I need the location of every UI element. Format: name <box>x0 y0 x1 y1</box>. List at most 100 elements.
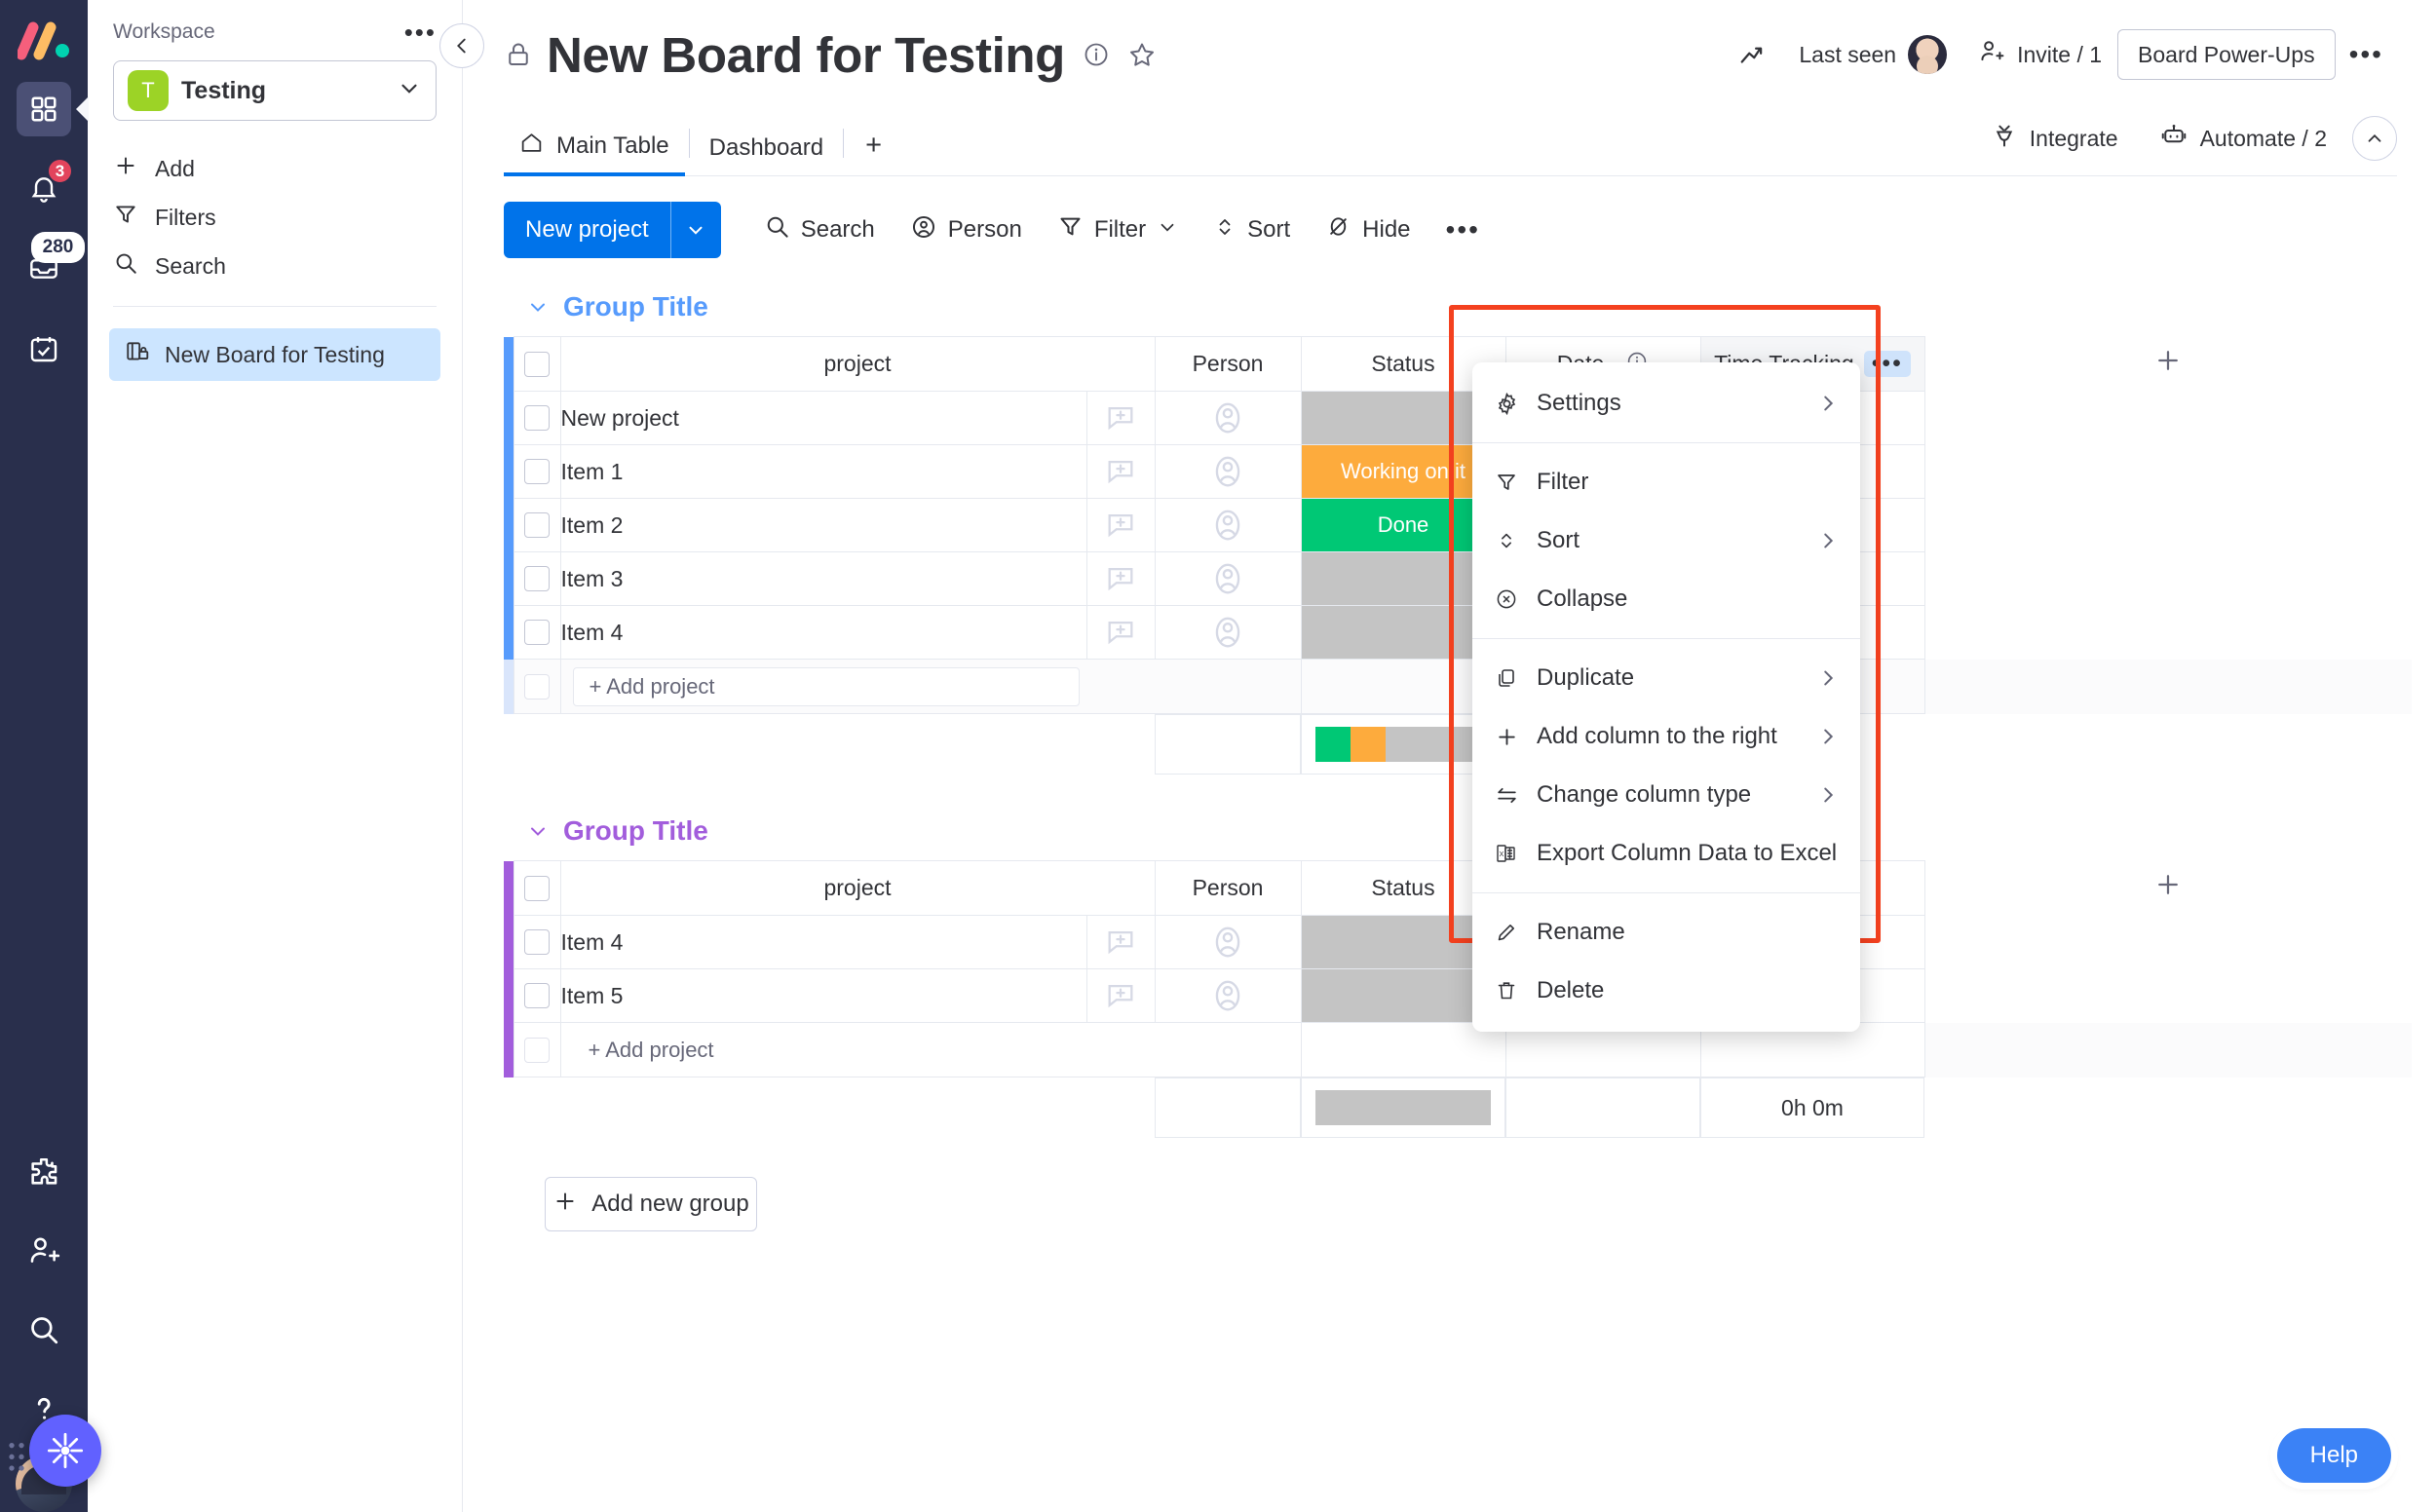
activity-graph-icon[interactable] <box>1723 30 1783 79</box>
column-header-project[interactable]: project <box>560 337 1155 392</box>
row-checkbox[interactable] <box>524 929 550 955</box>
table-row[interactable]: Item 5 Feb 28 <box>504 969 2412 1023</box>
cell-updates[interactable] <box>1086 392 1155 445</box>
cell-updates[interactable] <box>1086 916 1155 969</box>
apps-puzzle-icon[interactable] <box>27 1155 60 1193</box>
info-icon[interactable] <box>1083 41 1110 68</box>
select-all-cell[interactable] <box>514 861 560 916</box>
workspace-menu-button[interactable]: ••• <box>404 19 437 45</box>
row-select-cell[interactable] <box>514 606 560 660</box>
row-select-cell[interactable] <box>514 499 560 552</box>
cell-updates[interactable] <box>1086 552 1155 606</box>
cell-project-name[interactable]: Item 4 <box>560 916 1086 969</box>
sidebar-item-add[interactable]: Add <box>113 144 437 193</box>
row-select-cell[interactable] <box>514 552 560 606</box>
integrate-button[interactable]: Integrate <box>1975 112 2134 165</box>
tab-main-table[interactable]: Main Table <box>504 131 685 175</box>
row-checkbox[interactable] <box>524 459 550 484</box>
row-checkbox[interactable] <box>524 566 550 591</box>
sidebar-item-search[interactable]: Search <box>113 242 437 290</box>
ai-sparkle-button[interactable] <box>29 1415 101 1487</box>
row-checkbox[interactable] <box>524 983 550 1008</box>
chevron-down-icon[interactable] <box>526 295 550 319</box>
column-header-project[interactable]: project <box>560 861 1155 916</box>
add-column-button[interactable] <box>1924 861 2412 916</box>
column-header-person[interactable]: Person <box>1155 861 1301 916</box>
add-project-input[interactable]: + Add project <box>573 1031 1080 1070</box>
new-project-caret-button[interactable] <box>670 202 721 258</box>
cell-project-name[interactable]: Item 4 <box>560 606 1086 660</box>
cell-person[interactable] <box>1155 392 1301 445</box>
cell-person[interactable] <box>1155 552 1301 606</box>
cell-updates[interactable] <box>1086 606 1155 660</box>
row-checkbox[interactable] <box>524 405 550 431</box>
last-seen-button[interactable]: Last seen <box>1783 25 1962 84</box>
cell-project-name[interactable]: Item 1 <box>560 445 1086 499</box>
invite-button[interactable]: Invite / 1 <box>1962 28 2117 81</box>
sidebar-item-board[interactable]: New Board for Testing <box>109 328 440 381</box>
cell-updates[interactable] <box>1086 445 1155 499</box>
cell-project-name[interactable]: Item 3 <box>560 552 1086 606</box>
star-icon[interactable] <box>1127 40 1157 69</box>
row-select-cell[interactable] <box>514 392 560 445</box>
collapse-header-button[interactable] <box>2352 116 2397 161</box>
menu-item-collapse[interactable]: Collapse <box>1472 570 1860 628</box>
toolbar-sort-button[interactable]: Sort <box>1196 203 1308 257</box>
menu-item-add-column-right[interactable]: Add column to the right <box>1472 707 1860 766</box>
new-project-button[interactable]: New project <box>504 202 670 258</box>
cell-project-name[interactable]: Item 5 <box>560 969 1086 1023</box>
add-project-input[interactable]: + Add project <box>573 667 1080 706</box>
add-project-row[interactable]: + Add project <box>504 1023 2412 1077</box>
menu-item-filter[interactable]: Filter <box>1472 453 1860 511</box>
search-icon[interactable] <box>27 1313 60 1351</box>
menu-item-settings[interactable]: Settings <box>1472 374 1860 433</box>
toolbar-more-button[interactable]: ••• <box>1428 216 1498 244</box>
cell-person[interactable] <box>1155 445 1301 499</box>
row-checkbox[interactable] <box>524 620 550 645</box>
add-column-button[interactable] <box>1924 337 2412 392</box>
menu-item-duplicate[interactable]: Duplicate <box>1472 649 1860 707</box>
cell-person[interactable] <box>1155 969 1301 1023</box>
toolbar-search-button[interactable]: Search <box>746 203 893 257</box>
rail-item-inbox[interactable]: 280 <box>17 242 71 296</box>
invite-member-icon[interactable] <box>27 1234 60 1272</box>
rail-item-home[interactable] <box>17 82 71 136</box>
help-button[interactable]: Help <box>2277 1428 2391 1483</box>
cell-person[interactable] <box>1155 499 1301 552</box>
toolbar-person-button[interactable]: Person <box>893 203 1040 257</box>
new-project-split-button[interactable]: New project <box>504 202 721 258</box>
group-title[interactable]: Group Title <box>563 815 708 847</box>
table-row[interactable]: Item 4 <box>504 606 2412 660</box>
toolbar-hide-button[interactable]: Hide <box>1308 203 1427 257</box>
row-select-cell[interactable] <box>514 445 560 499</box>
row-checkbox[interactable] <box>524 512 550 538</box>
sidebar-item-filters[interactable]: Filters <box>113 193 437 242</box>
add-view-button[interactable]: + <box>848 130 899 175</box>
table-row[interactable]: Item 3 <box>504 552 2412 606</box>
add-project-cell[interactable]: + Add project <box>560 660 1301 714</box>
table-row[interactable]: New project <box>504 392 2412 445</box>
menu-item-change-column-type[interactable]: Change column type <box>1472 766 1860 824</box>
add-new-group-button[interactable]: Add new group <box>545 1177 757 1231</box>
sidebar-collapse-button[interactable] <box>439 23 484 68</box>
cell-updates[interactable] <box>1086 969 1155 1023</box>
column-menu-button[interactable]: ••• <box>1864 351 1911 378</box>
add-project-cell[interactable]: + Add project <box>560 1023 1301 1077</box>
menu-item-export-excel[interactable]: X Export Column Data to Excel <box>1472 824 1860 883</box>
row-select-cell[interactable] <box>514 969 560 1023</box>
rail-item-notifications[interactable]: 3 <box>17 162 71 216</box>
tab-dashboard[interactable]: Dashboard <box>694 134 839 175</box>
automate-button[interactable]: Automate / 2 <box>2144 111 2342 166</box>
cell-person[interactable] <box>1155 606 1301 660</box>
select-all-checkbox[interactable] <box>524 876 550 901</box>
menu-item-sort[interactable]: Sort <box>1472 511 1860 570</box>
group-title[interactable]: Group Title <box>563 291 708 322</box>
page-title[interactable]: New Board for Testing <box>547 26 1065 84</box>
chevron-down-icon[interactable] <box>526 819 550 843</box>
cell-updates[interactable] <box>1086 499 1155 552</box>
workspace-selector[interactable]: T Testing <box>113 60 437 121</box>
table-row[interactable]: Item 2 Done <box>504 499 2412 552</box>
toolbar-filter-button[interactable]: Filter <box>1040 203 1196 257</box>
select-all-cell[interactable] <box>514 337 560 392</box>
select-all-checkbox[interactable] <box>524 352 550 377</box>
